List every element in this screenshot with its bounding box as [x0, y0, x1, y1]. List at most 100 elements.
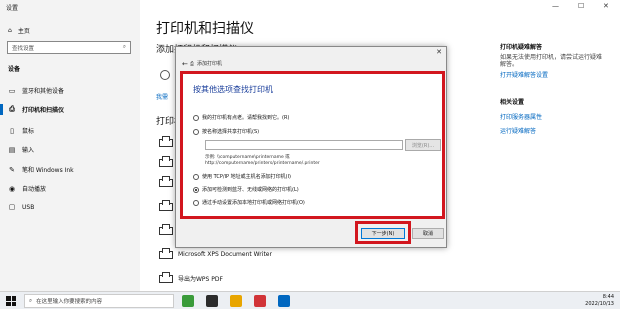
printer-icon: ⎙ [9, 105, 15, 113]
window-title: 设置 [6, 5, 19, 12]
dialog-printer-icon: ⎙ [190, 60, 195, 67]
option-manual[interactable]: 通过手动设置添加本地打印机或网络打印机(O) [193, 199, 305, 206]
printer-icon [158, 224, 173, 236]
troubleshoot-title: 打印机疑难解答 [500, 44, 543, 51]
taskbar-search-input[interactable]: ⌕ 在这里输入你要搜索的内容 [24, 294, 174, 308]
keyboard-icon: ▤ [8, 145, 16, 154]
browse-button[interactable]: 浏览(R)... [405, 139, 441, 151]
usb-icon: ▢ [8, 203, 16, 211]
dialog-close-icon[interactable]: ✕ [436, 48, 442, 56]
radio-button[interactable] [193, 199, 199, 206]
troubleshoot-text-1: 如果无法使用打印机，请尝试运行疑难 [500, 54, 603, 61]
printer-icon [158, 200, 173, 212]
printer-item[interactable] [158, 224, 173, 236]
option-shared-printer[interactable]: 按名称选择共享打印机(S) [193, 128, 259, 135]
dialog-header: ⎙ 添加打印机 [190, 60, 222, 68]
sidebar-item-autoplay[interactable]: ◉ 自动播放 [8, 184, 47, 194]
maximize-button[interactable]: ☐ [578, 2, 584, 10]
option-label: 添加可检测到蓝牙、无线或网络的打印机(L) [202, 187, 299, 193]
printer-item[interactable] [158, 200, 173, 212]
sidebar-item-pen[interactable]: ✎ 笔和 Windows Ink [8, 165, 74, 175]
search-icon: ⌕ [122, 44, 126, 50]
troubleshoot-link[interactable]: 打开疑难解答设置 [500, 70, 602, 79]
taskbar: ⌕ 在这里输入你要搜索的内容 8:44 2022/10/13 [0, 291, 620, 309]
minimize-button[interactable]: — [552, 2, 559, 10]
related-settings-panel: 相关设置 打印服务器属性 运行疑难解答 [500, 97, 542, 135]
printer-icon [158, 136, 173, 148]
printer-item-xps[interactable]: Microsoft XPS Document Writer [158, 248, 272, 260]
sidebar-item-usb[interactable]: ▢ USB [8, 203, 35, 211]
run-troubleshooter-link[interactable]: 运行疑难解答 [500, 126, 542, 135]
taskbar-search-placeholder: 在这里输入你要搜索的内容 [36, 299, 103, 305]
radio-button[interactable] [193, 114, 199, 121]
radio-button[interactable] [193, 173, 199, 180]
printer-not-listed-link[interactable]: 我需 [156, 92, 168, 101]
example-text: 示例: \\computername\printername 或 http://… [205, 155, 320, 167]
sidebar-item-printers[interactable]: ⎙ 打印机和扫描仪 [8, 105, 64, 114]
troubleshoot-panel: 打印机疑难解答 如果无法使用打印机，请尝试运行疑难 解答。 打开疑难解答设置 [500, 42, 602, 79]
sidebar-item-mouse[interactable]: ▯ 鼠标 [8, 126, 35, 136]
active-indicator [0, 104, 3, 115]
app-icon-wechat[interactable] [182, 295, 194, 307]
sidebar-item-label: 笔和 Windows Ink [22, 167, 74, 174]
autoplay-icon: ◉ [8, 184, 16, 193]
home-icon: ⌂ [8, 27, 12, 34]
mouse-icon: ▯ [10, 126, 14, 135]
sidebar-item-label: 鼠标 [22, 128, 35, 135]
system-clock[interactable]: 8:44 2022/10/13 [585, 294, 614, 308]
dialog-heading: 按其他选项查找打印机 [193, 85, 273, 94]
close-window-button[interactable]: ✕ [603, 2, 609, 10]
next-button[interactable]: 下一步(N) [361, 228, 405, 239]
sidebar-section-title: 设备 [8, 66, 21, 73]
printer-item[interactable] [158, 176, 173, 188]
related-settings-title: 相关设置 [500, 99, 525, 106]
settings-gear-icon[interactable] [278, 295, 290, 307]
printer-icon [158, 272, 173, 284]
printer-item[interactable] [158, 136, 173, 148]
highlight-box-options: 按其他选项查找打印机 我的打印机有点老。请帮我找到它。(R) 按名称选择共享打印… [180, 71, 445, 219]
shared-printer-name-input[interactable] [205, 140, 403, 150]
sidebar-item-label: 蓝牙和其他设备 [22, 88, 65, 95]
app-icon-wps[interactable] [254, 295, 266, 307]
printer-name: Microsoft XPS Document Writer [178, 250, 272, 258]
option-label: 通过手动设置添加本地打印机或网络打印机(O) [202, 200, 305, 206]
option-bluetooth-wireless[interactable]: 添加可检测到蓝牙、无线或网络的打印机(L) [193, 186, 299, 193]
option-tcpip[interactable]: 使用 TCP/IP 地址或主机名添加打印机(I) [193, 173, 291, 180]
app-icon-task-view[interactable] [206, 295, 218, 307]
print-server-link[interactable]: 打印服务器属性 [500, 112, 542, 121]
sidebar-item-input[interactable]: ▤ 输入 [8, 145, 35, 155]
printer-icon [158, 156, 173, 168]
radio-button-checked[interactable] [193, 186, 199, 193]
printer-item-wps[interactable]: 导出为WPS PDF [158, 272, 223, 284]
radio-button[interactable] [193, 128, 199, 135]
option-old-printer[interactable]: 我的打印机有点老。请帮我找到它。(R) [193, 114, 289, 121]
troubleshoot-text-2: 解答。 [500, 61, 519, 68]
add-printer-dialog: ✕ ← ⎙ 添加打印机 按其他选项查找打印机 我的打印机有点老。请帮我找到它。(… [175, 46, 447, 248]
printer-item[interactable] [158, 156, 173, 168]
clock-time: 8:44 [602, 294, 614, 300]
printer-icon [158, 248, 173, 260]
sidebar-item-label: 自动播放 [22, 186, 47, 193]
sidebar-home[interactable]: ⌂ 主页 [8, 26, 30, 35]
search-icon: ⌕ [29, 297, 33, 304]
option-label: 按名称选择共享打印机(S) [202, 129, 260, 135]
sidebar: 设置 ⌂ 主页 查找设置 ⌕ 设备 ▭ 蓝牙和其他设备 ⎙ 打印机和扫描仪 ▯ … [0, 0, 140, 291]
printer-icon [158, 176, 173, 188]
example-line: http://computername/printers/printername… [205, 161, 320, 166]
sidebar-item-bluetooth[interactable]: ▭ 蓝牙和其他设备 [8, 86, 65, 96]
clock-date: 2022/10/13 [585, 301, 614, 307]
sidebar-home-label: 主页 [17, 28, 30, 35]
printer-name: 导出为WPS PDF [178, 275, 223, 283]
back-arrow-icon[interactable]: ← [182, 60, 188, 68]
option-label: 我的打印机有点老。请帮我找到它。(R) [202, 115, 290, 121]
cancel-button[interactable]: 取消 [412, 228, 444, 239]
file-explorer-icon[interactable] [230, 295, 242, 307]
page-title: 打印机和扫描仪 [156, 21, 254, 37]
pen-icon: ✎ [9, 165, 15, 174]
refresh-icon[interactable] [160, 70, 170, 80]
settings-search-input[interactable]: 查找设置 ⌕ [7, 41, 131, 54]
sidebar-item-label: USB [22, 203, 35, 211]
option-label: 使用 TCP/IP 地址或主机名添加打印机(I) [202, 174, 291, 180]
sidebar-item-label: 输入 [22, 147, 35, 154]
windows-start-icon[interactable] [6, 296, 16, 306]
